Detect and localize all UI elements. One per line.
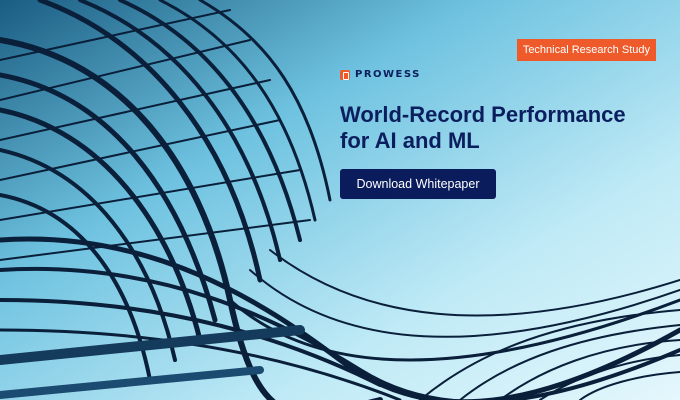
technical-research-study-badge: Technical Research Study [516, 39, 656, 61]
headline-line-1: World-Record Performance [340, 102, 626, 127]
prowess-logo-icon [340, 69, 350, 80]
headline-line-2: for AI and ML [340, 128, 480, 153]
prowess-brand[interactable]: PROWESS [340, 69, 421, 80]
headline: World-Record Performance for AI and ML [340, 102, 660, 154]
download-whitepaper-button[interactable]: Download Whitepaper [340, 169, 496, 199]
ad-banner[interactable]: Technical Research Study PROWESS World-R… [0, 0, 680, 400]
brand-name: PROWESS [355, 69, 421, 80]
